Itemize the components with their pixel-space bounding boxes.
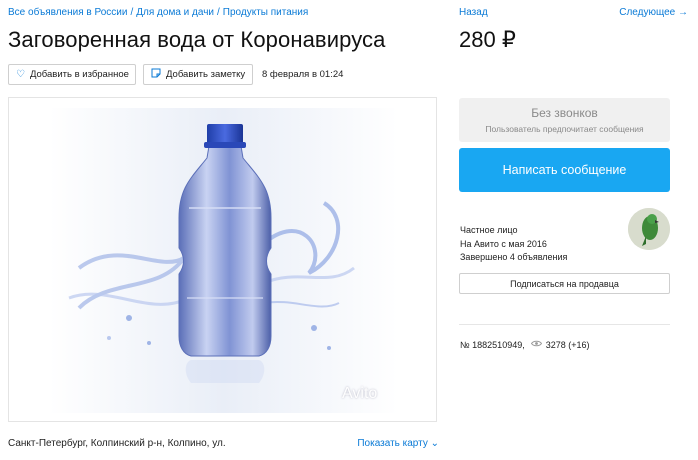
seller-info: Частное лицо На Авито с мая 2016 Заверше…	[460, 224, 567, 265]
add-to-favorites-button[interactable]: ♡ Добавить в избранное	[8, 64, 136, 85]
no-calls-subtitle: Пользователь предпочитает сообщения	[485, 124, 644, 134]
breadcrumb-separator: /	[130, 7, 134, 18]
listing-id: № 1882510949,	[460, 339, 525, 350]
write-message-button[interactable]: Написать сообщение	[459, 148, 670, 192]
add-note-button[interactable]: Добавить заметку	[143, 64, 253, 85]
heart-icon: ♡	[16, 68, 25, 80]
page-title: Заговоренная вода от Коронавируса	[8, 27, 386, 52]
note-icon	[151, 68, 161, 81]
divider	[459, 324, 670, 325]
price: 280 ₽	[459, 27, 516, 52]
parrot-avatar-image	[628, 208, 670, 250]
back-link[interactable]: Назад	[459, 7, 488, 18]
subscribe-seller-button[interactable]: Подписаться на продавца	[459, 273, 670, 294]
breadcrumb: Все объявления в России / Для дома и дачи /…	[8, 7, 308, 18]
add-note-label: Добавить заметку	[166, 69, 246, 80]
avatar[interactable]	[628, 208, 670, 250]
show-map-link[interactable]: Показать карту ⌄	[357, 438, 439, 449]
breadcrumb-item-all[interactable]: Все объявления в России	[8, 7, 127, 18]
views-count: 3278 (+16)	[545, 339, 590, 350]
breadcrumb-item-food[interactable]: Продукты питания	[223, 7, 309, 18]
listing-stats: № 1882510949, 3278 (+16)	[460, 339, 590, 350]
no-calls-title: Без звонков	[531, 106, 598, 120]
seller-completed: Завершено 4 объявления	[460, 252, 568, 262]
add-to-favorites-label: Добавить в избранное	[29, 69, 129, 80]
listing-photo[interactable]: Avito	[8, 97, 437, 422]
no-calls-box: Без звонков Пользователь предпочитает со…	[459, 98, 670, 142]
seller-since: На Авито с мая 2016	[460, 238, 547, 249]
breadcrumb-separator: /	[217, 7, 220, 18]
seller-type: Частное лицо	[460, 225, 518, 235]
water-bottle-image	[49, 108, 398, 413]
listing-date: 8 февраля в 01:24	[262, 69, 344, 80]
avito-watermark: Avito	[342, 385, 378, 402]
eye-icon	[530, 339, 542, 350]
next-link[interactable]: Следующее →	[619, 7, 688, 18]
address: Санкт-Петербург, Колпинский р-н, Колпино…	[8, 438, 226, 449]
breadcrumb-item-home[interactable]: Для дома и дачи	[136, 7, 214, 18]
